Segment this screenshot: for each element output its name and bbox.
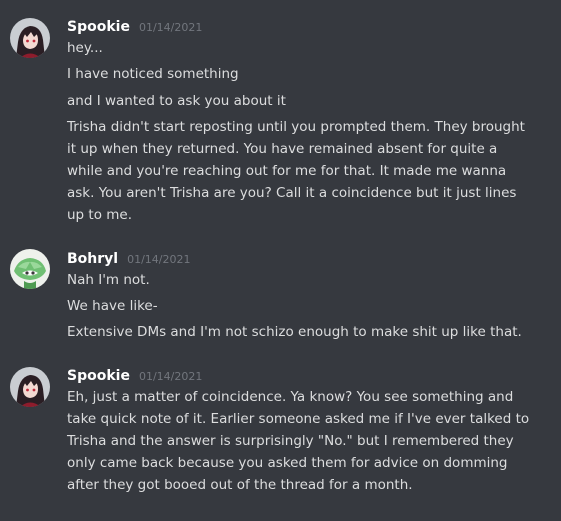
message: Extensive DMs and I'm not schizo enough … <box>67 321 547 343</box>
username[interactable]: Spookie <box>67 19 130 35</box>
message-text: it up when they returned. You have remai… <box>67 141 498 157</box>
username[interactable]: Bohryl <box>67 251 118 267</box>
message-header: Spookie 01/14/2021 <box>67 16 202 36</box>
message-text: take quick note of it. Earlier someone a… <box>67 411 530 427</box>
timestamp: 01/14/2021 <box>127 253 191 266</box>
message-text: Nah I'm not. <box>67 272 150 288</box>
message-text: Eh, just a matter of coincidence. Ya kno… <box>67 389 514 405</box>
message-text: Extensive DMs and I'm not schizo enough … <box>67 324 522 340</box>
timestamp: 01/14/2021 <box>138 21 203 34</box>
username[interactable]: Spookie <box>67 368 130 384</box>
message-header: Spookie 01/14/2021 <box>67 365 202 385</box>
message-text: We have like- <box>67 298 158 314</box>
message-text: I have noticed something <box>67 66 239 82</box>
message: hey... <box>67 37 547 59</box>
message-text: and I wanted to ask you about it <box>67 93 286 109</box>
bohryl-avatar-icon[interactable] <box>10 249 50 289</box>
spookie-avatar-icon[interactable] <box>10 367 50 407</box>
message: I have noticed something <box>67 63 547 85</box>
message-text: ask. You aren't Trisha are you? Call it … <box>67 185 517 201</box>
message: Trisha didn't start reposting until you … <box>67 116 547 226</box>
message: We have like- <box>67 295 547 317</box>
message: and I wanted to ask you about it <box>67 90 547 112</box>
message: Nah I'm not. <box>67 269 547 291</box>
chat-messages: Spookie 01/14/2021 hey... I have noticed … <box>0 0 561 521</box>
message: Eh, just a matter of coincidence. Ya kno… <box>67 386 547 496</box>
message-text: Trisha and the answer is surprisingly "N… <box>67 433 514 449</box>
message-text: Trisha didn't start reposting until you … <box>67 119 525 135</box>
message-header: Bohryl 01/14/2021 <box>67 248 191 268</box>
message-text: only came back because you asked them fo… <box>67 455 508 471</box>
spookie-avatar-icon[interactable] <box>10 18 50 58</box>
message-text: while and you're reaching out for me for… <box>67 163 507 179</box>
timestamp: 01/14/2021 <box>138 370 203 383</box>
message-text: hey... <box>67 40 103 56</box>
message-text: up to me. <box>67 207 133 223</box>
message-text: after they got booed out of the thread f… <box>67 477 413 493</box>
